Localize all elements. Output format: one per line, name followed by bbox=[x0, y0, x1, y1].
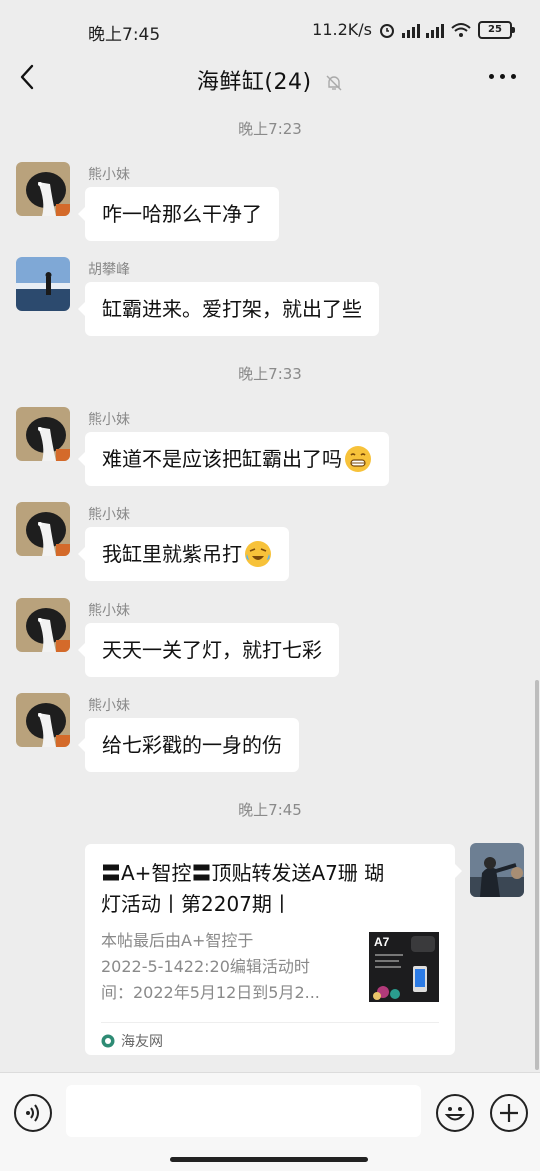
link-source: 海友网 bbox=[101, 1031, 163, 1051]
link-title-line: 〓A+智控〓顶贴转发送A7珊 瑚 bbox=[101, 861, 385, 885]
scrollbar[interactable] bbox=[535, 680, 539, 1070]
signal-icon-2 bbox=[426, 22, 444, 38]
avatar-dog[interactable] bbox=[16, 502, 70, 556]
avatar-dog[interactable] bbox=[16, 162, 70, 216]
more-functions-button[interactable] bbox=[490, 1094, 528, 1132]
status-time: 晚上7:45 bbox=[88, 25, 161, 45]
signal-icon bbox=[402, 22, 420, 38]
link-description-line: 间：2022年5月12日到5月2... bbox=[101, 983, 320, 1002]
message-bubble[interactable]: 给七彩戳的一身的伤 bbox=[78, 718, 299, 772]
avatar-dog[interactable] bbox=[16, 598, 70, 652]
sender-name: 熊小妹 bbox=[88, 698, 130, 714]
voice-icon bbox=[26, 1104, 39, 1122]
nav-bar: 海鲜缸(24) bbox=[0, 56, 540, 100]
message-bubble[interactable]: 难道不是应该把缸霸出了吗 bbox=[78, 432, 389, 486]
message-text: 我缸里就紫吊打 bbox=[102, 542, 242, 566]
sender-name: 熊小妹 bbox=[88, 507, 130, 523]
message-bubble[interactable]: 咋一哈那么干净了 bbox=[78, 187, 279, 241]
sender-name: 熊小妹 bbox=[88, 603, 130, 619]
message-bubble[interactable]: 我缸里就紫吊打 bbox=[78, 527, 289, 581]
link-title: 〓A+智控〓顶贴转发送A7珊 瑚 灯活动丨第2207期丨 bbox=[101, 858, 439, 920]
grin-emoji-icon bbox=[345, 445, 371, 472]
status-indicators: 11.2K/s 25 bbox=[312, 20, 515, 39]
link-title-line: 灯活动丨第2207期丨 bbox=[101, 892, 292, 916]
link-thumbnail: A7 bbox=[369, 932, 439, 1002]
chat-title: 海鲜缸(24) bbox=[196, 70, 312, 95]
source-name: 海友网 bbox=[121, 1034, 163, 1050]
source-logo-icon bbox=[101, 1034, 115, 1048]
mute-bell-icon bbox=[326, 75, 342, 91]
avatar-self[interactable] bbox=[470, 843, 524, 897]
home-indicator[interactable] bbox=[170, 1157, 368, 1162]
message-text: 难道不是应该把缸霸出了吗 bbox=[102, 447, 342, 471]
plus-icon bbox=[500, 1104, 518, 1122]
message-text: 缸霸进来。爱打架，就出了些 bbox=[102, 297, 362, 321]
avatar-dog[interactable] bbox=[16, 693, 70, 747]
avatar-landscape[interactable] bbox=[16, 257, 70, 311]
laugh-cry-emoji-icon bbox=[245, 540, 271, 567]
wifi-icon bbox=[451, 22, 471, 37]
time-separator: 晚上7:45 bbox=[238, 801, 302, 819]
smile-icon bbox=[444, 1107, 466, 1121]
time-separator: 晚上7:23 bbox=[238, 120, 302, 138]
link-divider bbox=[101, 1022, 439, 1023]
status-bar: 晚上7:45 11.2K/s 25 bbox=[0, 0, 540, 62]
avatar-dog[interactable] bbox=[16, 407, 70, 461]
input-bar bbox=[0, 1072, 540, 1171]
network-speed: 11.2K/s bbox=[312, 20, 372, 39]
message-bubble[interactable]: 天天一关了灯，就打七彩 bbox=[78, 623, 339, 677]
message-bubble[interactable]: 缸霸进来。爱打架，就出了些 bbox=[78, 282, 379, 336]
sender-name: 熊小妹 bbox=[88, 412, 130, 428]
time-separator: 晚上7:33 bbox=[238, 365, 302, 383]
sender-name: 熊小妹 bbox=[88, 167, 130, 183]
message-text: 给七彩戳的一身的伤 bbox=[102, 733, 282, 757]
alarm-icon bbox=[380, 23, 394, 38]
emoji-button[interactable] bbox=[436, 1094, 474, 1132]
thumbnail-label: A7 bbox=[374, 935, 390, 949]
sender-name: 胡攀峰 bbox=[88, 262, 130, 278]
shared-link-card[interactable]: 〓A+智控〓顶贴转发送A7珊 瑚 灯活动丨第2207期丨 本帖最后由A+智控于 … bbox=[85, 844, 462, 1055]
link-description: 本帖最后由A+智控于 2022-5-1422:20编辑活动时 间：2022年5月… bbox=[101, 928, 357, 1006]
message-input[interactable] bbox=[66, 1085, 421, 1137]
battery-icon: 25 bbox=[478, 20, 515, 39]
link-description-line: 本帖最后由A+智控于 bbox=[101, 931, 254, 950]
chat-title-wrap: 海鲜缸(24) bbox=[0, 64, 540, 96]
message-text: 咋一哈那么干净了 bbox=[102, 202, 262, 226]
message-text: 天天一关了灯，就打七彩 bbox=[102, 638, 322, 662]
voice-input-button[interactable] bbox=[14, 1094, 52, 1132]
more-options-button[interactable] bbox=[489, 74, 516, 79]
link-description-line: 2022-5-1422:20编辑活动时 bbox=[101, 957, 310, 976]
